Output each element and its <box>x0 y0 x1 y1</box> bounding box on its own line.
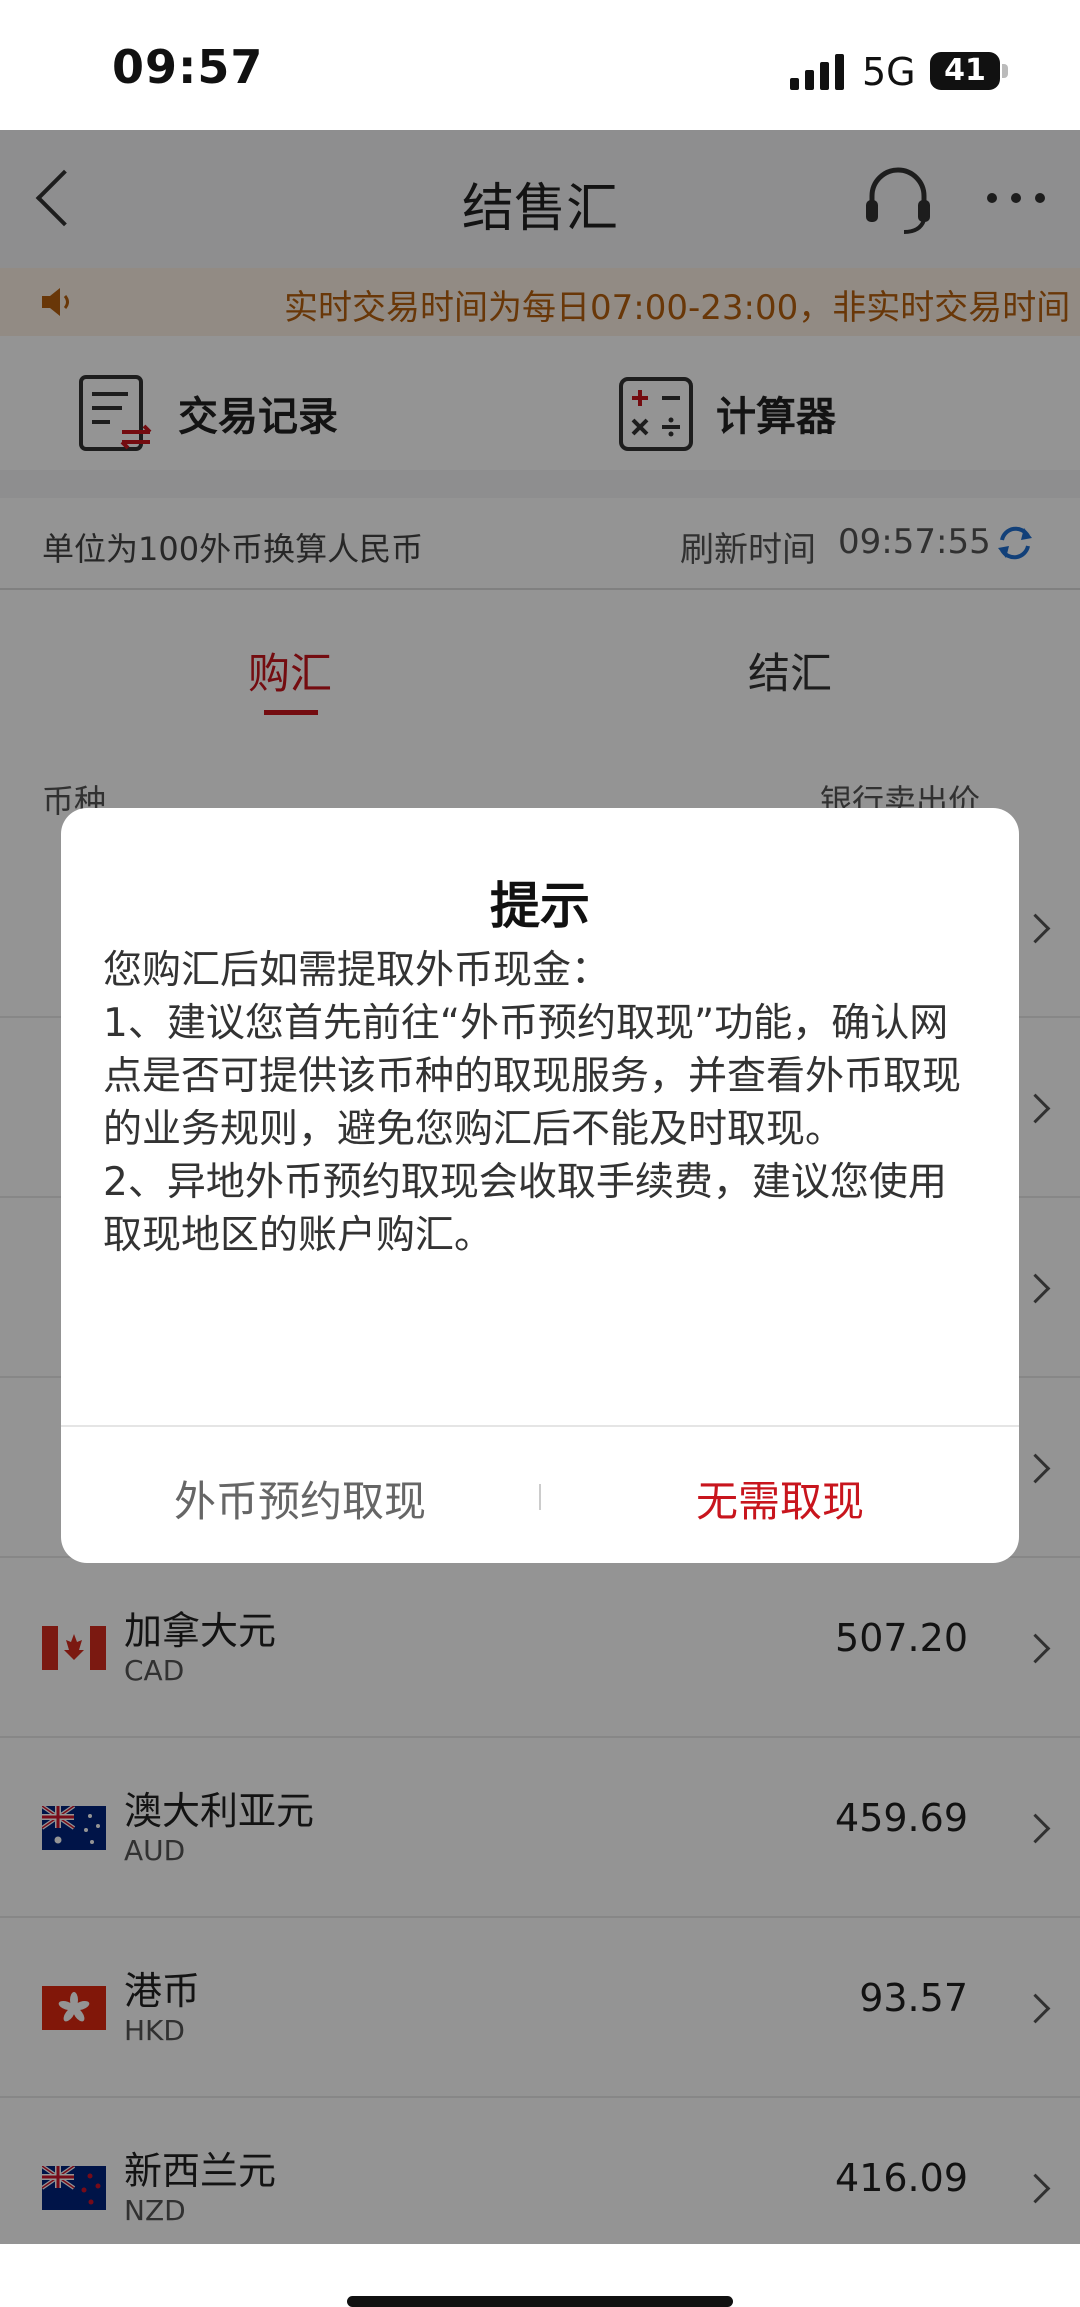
no-withdrawal-button[interactable]: 无需取现 <box>541 1468 1019 1529</box>
battery-icon: 41 <box>930 52 1000 90</box>
dialog-message: 您购汇后如需提取外币现金： 1、建议您首先前往“外币预约取现”功能，确认网点是否… <box>103 948 962 1258</box>
dialog-title: 提示 <box>490 877 590 935</box>
fx-cash-reservation-button[interactable]: 外币预约取现 <box>61 1468 539 1529</box>
cellular-signal-icon <box>790 54 844 90</box>
status-time: 09:57 <box>112 40 264 94</box>
status-bar: 09:57 5G 41 <box>0 0 1080 130</box>
dialog-divider <box>61 1425 1019 1427</box>
battery-tip <box>1002 64 1008 78</box>
tip-dialog: 提示 您购汇后如需提取外币现金： 1、建议您首先前往“外币预约取现”功能，确认网… <box>61 808 1019 1563</box>
home-indicator[interactable] <box>347 2296 733 2307</box>
network-type: 5G <box>862 50 916 94</box>
